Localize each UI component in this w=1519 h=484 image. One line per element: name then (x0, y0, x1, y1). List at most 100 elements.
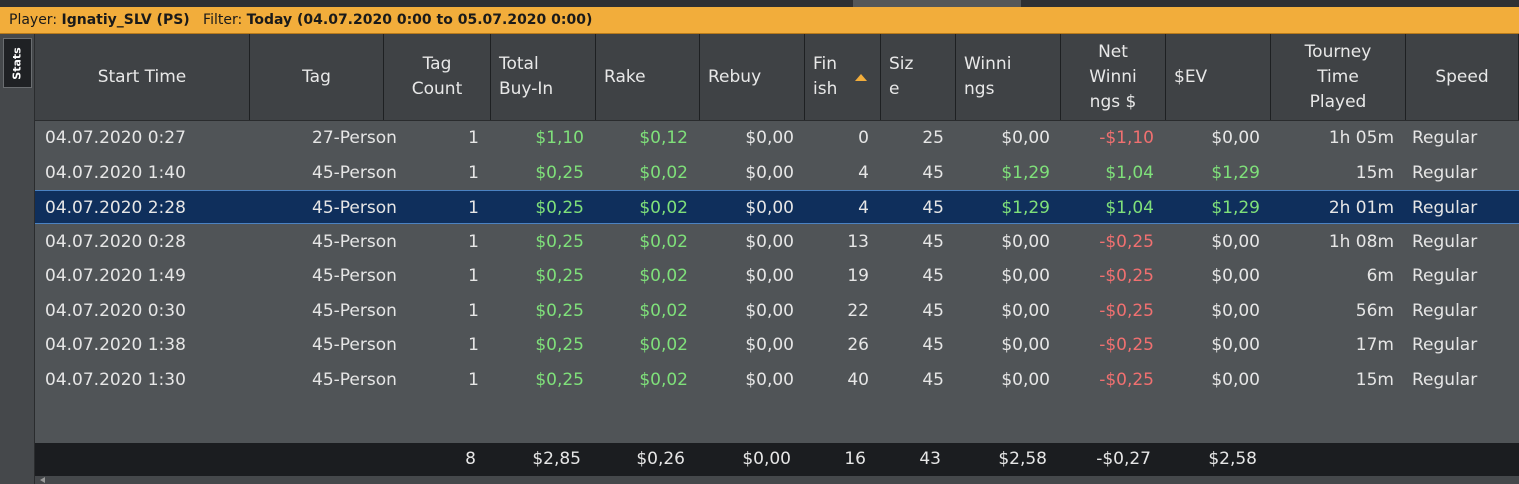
cell-count: 1 (468, 300, 479, 321)
column-header-label: Rebuy (708, 66, 762, 87)
cell-size: 45 (922, 231, 944, 252)
table-header: Start Time Tag Tag Count Total Buy-In Rake Rebu… (35, 34, 1519, 121)
cell-winnings: $0,00 (1001, 231, 1050, 252)
cell-net: -$0,25 (1099, 231, 1154, 252)
table-row-selected[interactable]: 04.07.2020 2:28 45-Person 1 $0,25 $0,02 $0,00… (35, 190, 1519, 224)
column-header-count[interactable]: Tag Count (384, 34, 491, 120)
cell-winnings: $0,00 (1001, 300, 1050, 321)
cell-size: 45 (922, 300, 944, 321)
column-header-size[interactable]: Siz e (881, 34, 956, 120)
column-header-label: Winni ngs (964, 54, 1012, 99)
top-tab[interactable] (853, 0, 1021, 7)
table-row[interactable]: 04.07.2020 1:40 45-Person 1 $0,25 $0,02 $0,00… (35, 156, 1519, 190)
total-count: 8 (465, 449, 476, 469)
cell-size: 25 (922, 128, 944, 148)
cell-start: 04.07.2020 0:28 (45, 231, 186, 252)
sort-ascending-icon (855, 74, 867, 81)
cell-speed: Regular (1412, 198, 1478, 218)
table-row[interactable]: 04.07.2020 1:30 45-Person 1 $0,25 $0,02 $0,00… (35, 363, 1519, 397)
table-row[interactable]: 04.07.2020 0:28 45-Person 1 $0,25 $0,02 $0,00… (35, 225, 1519, 259)
column-header-time[interactable]: Tourney Time Played (1271, 34, 1406, 120)
cell-ev: $0,00 (1211, 300, 1260, 321)
column-header-speed[interactable]: Speed (1406, 34, 1519, 120)
cell-tag: 45-Person (312, 300, 397, 321)
table-row[interactable]: 04.07.2020 1:49 45-Person 1 $0,25 $0,02 $0,00… (35, 259, 1519, 293)
cell-time: 17m (1355, 335, 1394, 355)
cell-count: 1 (468, 369, 479, 390)
cell-rebuy: $0,00 (745, 198, 794, 218)
column-header-tag[interactable]: Tag (250, 34, 384, 120)
cell-speed: Regular (1412, 369, 1478, 390)
cell-start: 04.07.2020 1:30 (45, 369, 186, 390)
horizontal-scrollbar[interactable] (35, 476, 1519, 484)
column-header-label: Rake (604, 66, 646, 87)
cell-start: 04.07.2020 1:40 (45, 162, 186, 183)
cell-speed: Regular (1412, 128, 1478, 148)
cell-rake: $0,02 (639, 266, 688, 286)
cell-time: 2h 01m (1328, 198, 1394, 218)
cell-start: 04.07.2020 2:28 (45, 198, 186, 218)
cell-size: 45 (922, 266, 944, 286)
table-row[interactable]: 04.07.2020 0:30 45-Person 1 $0,25 $0,02 $0,00… (35, 294, 1519, 328)
column-header-net[interactable]: Net Winni ngs $ (1061, 34, 1166, 120)
cell-speed: Regular (1412, 231, 1478, 252)
cell-rebuy: $0,00 (745, 369, 794, 390)
cell-ev: $0,00 (1211, 231, 1260, 252)
cell-start: 04.07.2020 0:30 (45, 300, 186, 321)
cell-finish: 13 (847, 231, 869, 252)
column-header-label: Net Winni ngs $ (1089, 41, 1137, 112)
cell-rebuy: $0,00 (745, 266, 794, 286)
column-header-label: Total Buy-In (499, 54, 554, 99)
cell-speed: Regular (1412, 162, 1478, 183)
column-header-winnings[interactable]: Winni ngs (956, 34, 1061, 120)
cell-tag: 45-Person (312, 266, 397, 286)
cell-tag: 45-Person (312, 335, 397, 355)
totals-row: 8 $2,85 $0,26 $0,00 16 43 $2,58 -$0,27 $2,58 (35, 443, 1519, 476)
cell-finish: 22 (847, 300, 869, 321)
cell-winnings: $0,00 (1001, 335, 1050, 355)
column-header-ev[interactable]: $EV (1166, 34, 1271, 120)
cell-buyin: $0,25 (535, 335, 584, 355)
cell-speed: Regular (1412, 300, 1478, 321)
cell-tag: 45-Person (312, 198, 397, 218)
cell-rake: $0,02 (639, 369, 688, 390)
cell-rebuy: $0,00 (745, 162, 794, 183)
column-header-rake[interactable]: Rake (596, 34, 700, 120)
cell-size: 45 (922, 198, 944, 218)
column-header-finish[interactable]: Fin ish (805, 34, 881, 120)
cell-rebuy: $0,00 (745, 300, 794, 321)
cell-buyin: $0,25 (535, 369, 584, 390)
cell-winnings: $0,00 (1001, 128, 1050, 148)
cell-rake: $0,02 (639, 198, 688, 218)
total-winnings: $2,58 (998, 449, 1047, 469)
scroll-left-icon[interactable] (40, 477, 45, 483)
column-header-rebuy[interactable]: Rebuy (700, 34, 805, 120)
table-row[interactable]: 04.07.2020 1:38 45-Person 1 $0,25 $0,02 $0,00… (35, 328, 1519, 362)
column-header-label: $EV (1174, 66, 1208, 87)
cell-ev: $0,00 (1211, 266, 1260, 286)
column-header-start[interactable]: Start Time (35, 34, 250, 120)
cell-count: 1 (468, 335, 479, 355)
cell-count: 1 (468, 162, 479, 183)
column-header-label: Tag (302, 66, 331, 87)
column-header-label: Speed (1435, 66, 1489, 87)
results-table: 04.07.2020 0:27 27-Person 1 $1,10 $0,12 $0,00… (35, 121, 1519, 443)
cell-net: $1,04 (1105, 162, 1154, 183)
cell-rake: $0,02 (639, 162, 688, 183)
cell-tag: 45-Person (312, 231, 397, 252)
cell-finish: 4 (858, 198, 869, 218)
cell-count: 1 (468, 231, 479, 252)
cell-finish: 19 (847, 266, 869, 286)
table-row[interactable]: 04.07.2020 0:27 27-Person 1 $1,10 $0,12 $0,00… (35, 121, 1519, 155)
cell-buyin: $0,25 (535, 162, 584, 183)
stats-side-tab[interactable]: Stats (3, 38, 32, 88)
cell-time: 1h 05m (1328, 128, 1394, 148)
cell-net: -$0,25 (1099, 300, 1154, 321)
total-buyin: $2,85 (532, 449, 581, 469)
column-header-buyin[interactable]: Total Buy-In (491, 34, 596, 120)
cell-ev: $0,00 (1211, 335, 1260, 355)
total-finish: 16 (844, 449, 866, 469)
total-ev: $2,58 (1208, 449, 1257, 469)
cell-size: 45 (922, 369, 944, 390)
cell-start: 04.07.2020 1:49 (45, 266, 186, 286)
